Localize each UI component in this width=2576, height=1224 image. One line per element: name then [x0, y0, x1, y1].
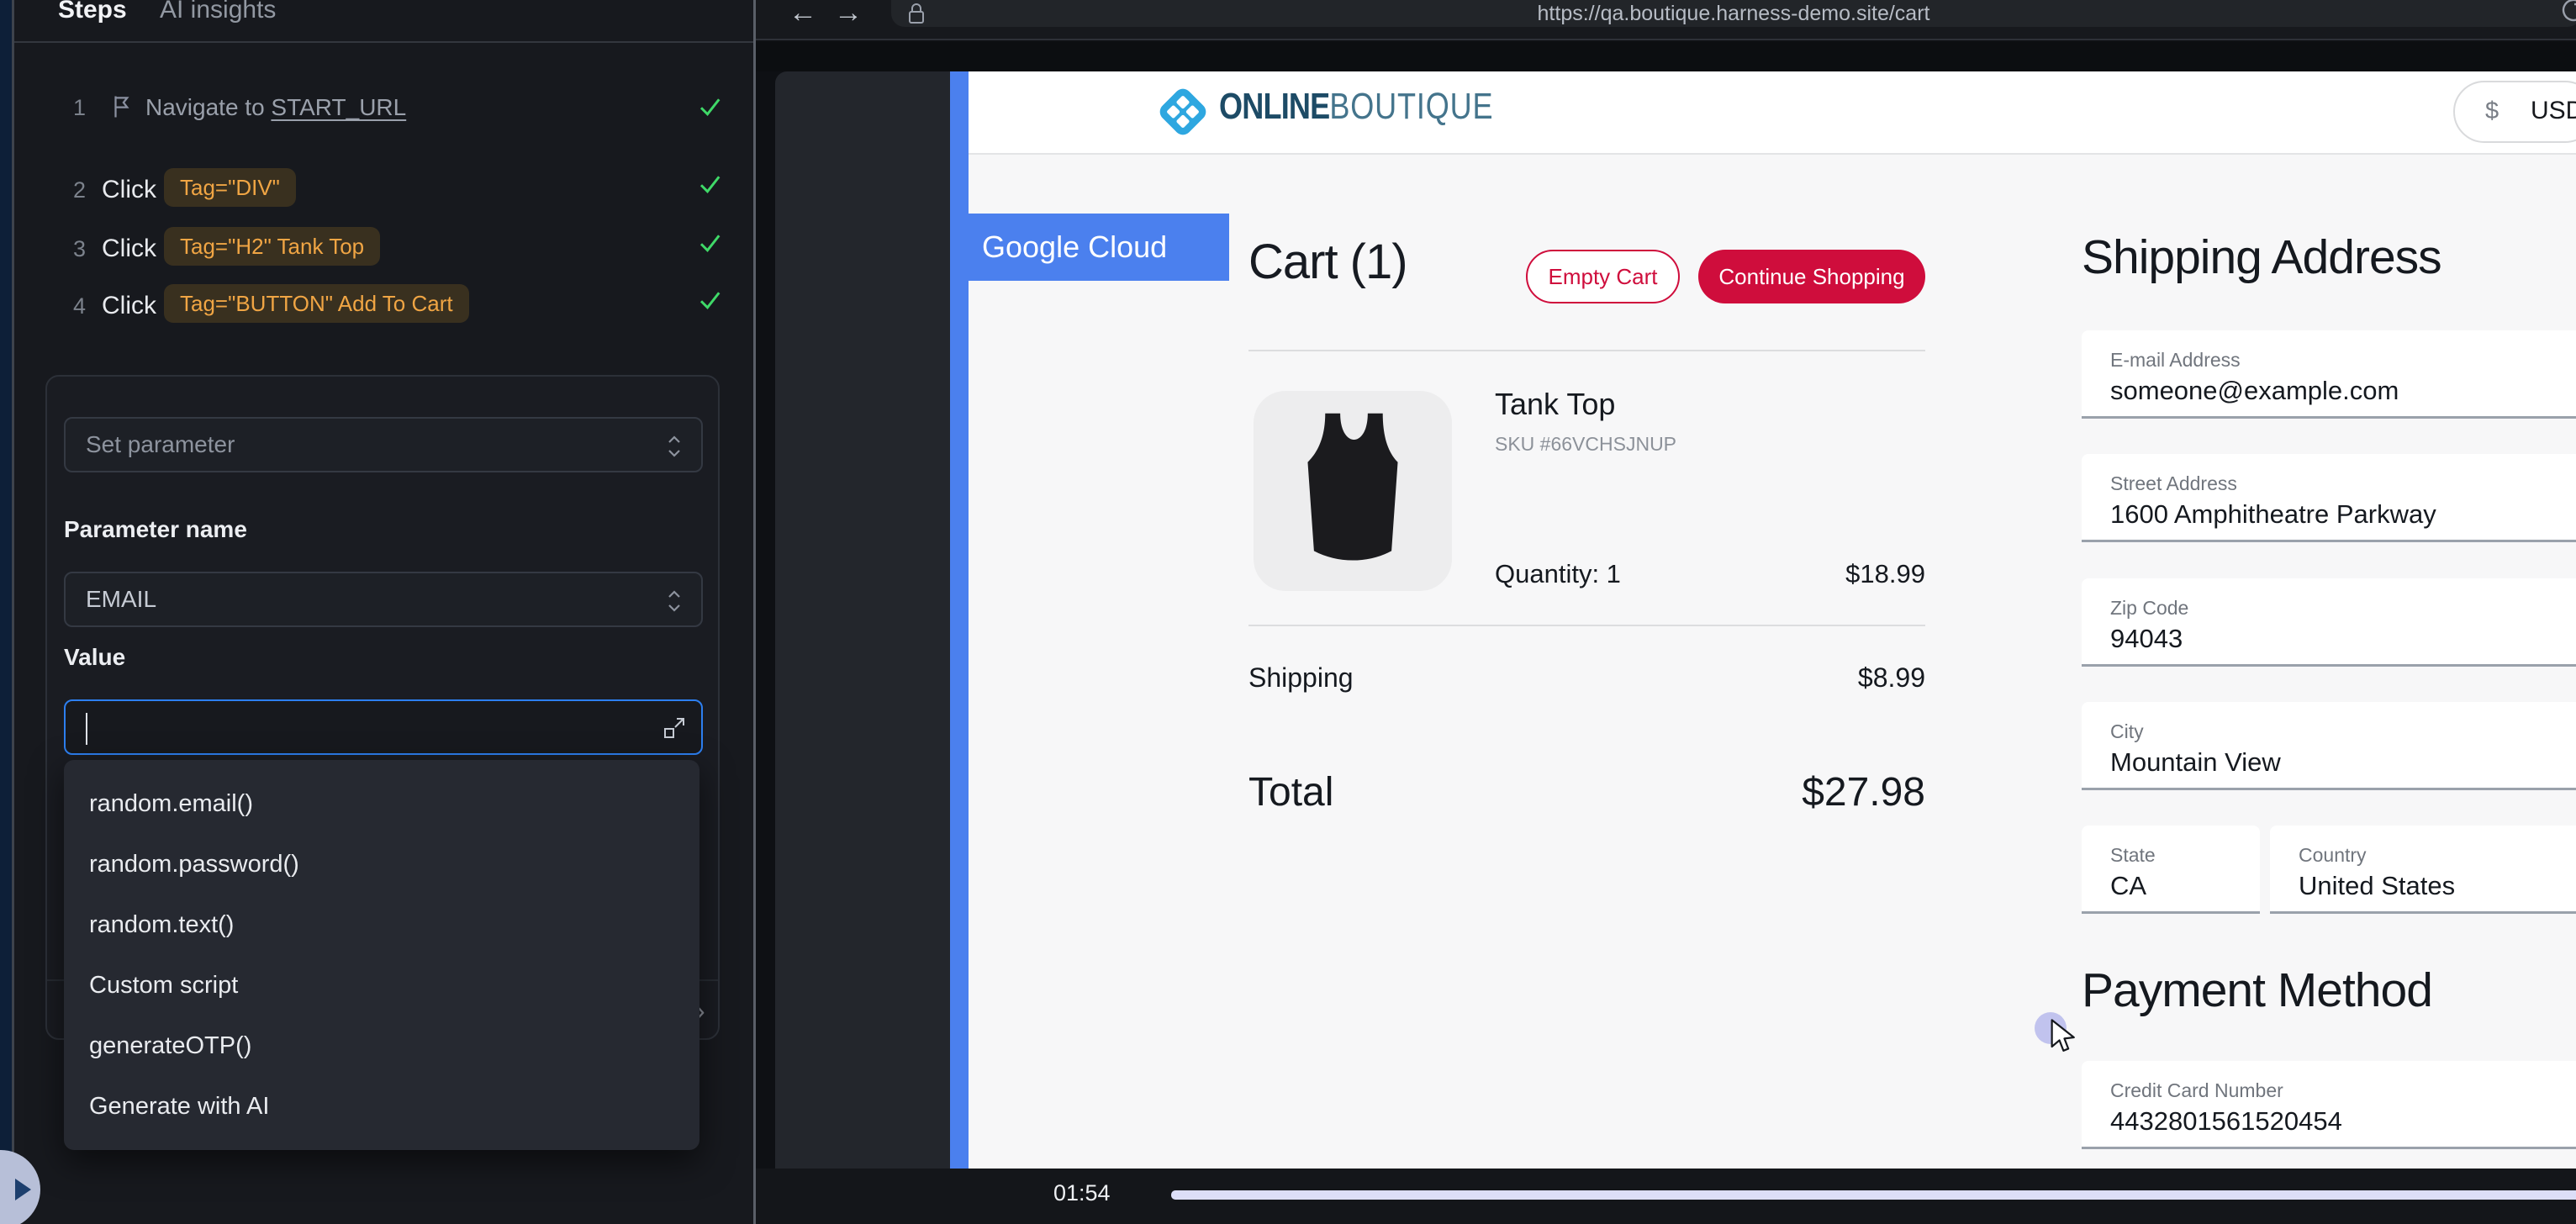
city-field[interactable]: City Mountain View	[2082, 702, 2576, 790]
field-value: 4432801561520454	[2110, 1106, 2342, 1137]
product-name[interactable]: Tank Top	[1495, 387, 1615, 422]
google-cloud-badge: Google Cloud	[950, 214, 1229, 281]
select-updown-icon	[664, 589, 684, 613]
step-number: 3	[73, 236, 86, 262]
field-label: Credit Card Number	[2110, 1079, 2283, 1102]
step-start-url-link[interactable]: START_URL	[271, 94, 406, 120]
field-value: 94043	[2110, 624, 2183, 654]
suggestion-random-password[interactable]: random.password()	[64, 834, 699, 894]
online-boutique-page: ONLINEBOUTIQUE $ USD Google Cloud Cart (…	[969, 71, 2576, 1169]
field-label: E-mail Address	[2110, 349, 2241, 372]
step-selector-badge[interactable]: Tag="DIV"	[164, 168, 296, 207]
field-value: Mountain View	[2110, 747, 2281, 778]
step-passed-check-icon	[697, 94, 722, 119]
field-label: City	[2110, 720, 2144, 743]
step-action-label: Click	[102, 235, 156, 263]
playback-time: 01:54	[1053, 1180, 1111, 1206]
expand-icon[interactable]	[661, 715, 688, 741]
tank-top-illustration	[1254, 391, 1452, 591]
refresh-icon[interactable]	[2554, 0, 2576, 27]
playback-progress-bar[interactable]	[1171, 1190, 2576, 1200]
text-cursor	[86, 713, 87, 745]
email-address-field[interactable]: E-mail Address someone@example.com	[2082, 330, 2576, 419]
suggestion-custom-script[interactable]: Custom script	[64, 955, 699, 1016]
brand-bold: ONLINE	[1219, 86, 1329, 127]
total-value: $27.98	[1589, 769, 1925, 815]
currency-selector[interactable]: $ USD	[2453, 81, 2576, 143]
parameter-name-value: EMAIL	[86, 586, 156, 612]
step-text: Navigate to START_URL	[145, 94, 406, 121]
field-value: someone@example.com	[2110, 376, 2399, 406]
step-passed-check-icon	[697, 171, 722, 197]
parameter-name-select[interactable]: EMAIL	[64, 572, 703, 627]
brand-light: BOUTIQUE	[1329, 86, 1493, 127]
action-select-value: Set parameter	[86, 431, 235, 457]
suggestion-generate-otp[interactable]: generateOTP()	[64, 1016, 699, 1076]
step-action-label: Click	[102, 176, 156, 204]
step-action-label: Click	[102, 292, 156, 320]
tabs-underline	[14, 41, 753, 43]
credit-card-number-field[interactable]: Credit Card Number 4432801561520454	[2082, 1061, 2576, 1149]
field-value: 1600 Amphitheatre Parkway	[2110, 499, 2436, 530]
street-address-field[interactable]: Street Address 1600 Amphitheatre Parkway	[2082, 454, 2576, 542]
suggestion-generate-with-ai[interactable]: Generate with AI	[64, 1076, 699, 1137]
cart-title: Cart (1)	[1248, 234, 1407, 290]
suggestion-random-text[interactable]: random.text()	[64, 894, 699, 955]
mouse-cursor-icon	[2048, 1019, 2077, 1056]
zip-code-field[interactable]: Zip Code 94043	[2082, 578, 2576, 667]
field-label: State	[2110, 844, 2156, 867]
step-number: 4	[73, 293, 86, 319]
value-label: Value	[64, 644, 125, 671]
parameter-name-label: Parameter name	[64, 516, 247, 543]
state-field[interactable]: State CA	[2082, 826, 2260, 914]
online-boutique-logo-text[interactable]: ONLINEBOUTIQUE	[1219, 87, 1493, 127]
app-root: Steps AI insights 1 Navigate to START_UR…	[0, 0, 2576, 1224]
divider	[1248, 625, 1925, 626]
step-action-label: Navigate to	[145, 94, 265, 120]
value-input[interactable]	[64, 699, 703, 755]
shipping-cost-label: Shipping	[1248, 662, 1354, 694]
step-passed-check-icon	[697, 230, 722, 256]
online-boutique-logo-icon[interactable]	[1153, 82, 1212, 141]
url-text[interactable]: https://qa.boutique.harness-demo.site/ca…	[891, 2, 2576, 26]
total-label: Total	[1248, 769, 1333, 815]
field-label: Country	[2299, 844, 2367, 867]
shipping-cost-value: $8.99	[1673, 662, 1925, 694]
field-label: Street Address	[2110, 472, 2237, 495]
field-value: United States	[2299, 871, 2455, 901]
step-selector-badge[interactable]: Tag="BUTTON" Add To Cart	[164, 284, 469, 323]
continue-shopping-button[interactable]: Continue Shopping	[1698, 250, 1925, 303]
back-button[interactable]: ←	[789, 0, 817, 29]
value-suggestions-dropdown: random.email() random.password() random.…	[64, 760, 699, 1150]
country-field[interactable]: Country United States	[2270, 826, 2576, 914]
step-selector-badge[interactable]: Tag="H2" Tank Top	[164, 227, 380, 266]
action-select[interactable]: Set parameter	[64, 417, 703, 472]
tab-ai-insights[interactable]: AI insights	[160, 0, 276, 25]
forward-button[interactable]: →	[834, 0, 863, 29]
payment-method-title: Payment Method	[2082, 963, 2432, 1018]
play-icon	[15, 1179, 31, 1200]
step-number: 1	[73, 95, 86, 121]
divider	[1248, 350, 1925, 351]
left-edge-rail	[0, 0, 12, 1224]
field-value: CA	[2110, 871, 2146, 901]
toolbar-spacer	[756, 42, 2576, 71]
empty-cart-button[interactable]: Empty Cart	[1526, 250, 1680, 303]
tab-steps[interactable]: Steps	[58, 0, 127, 25]
field-label: Zip Code	[2110, 597, 2188, 620]
product-price: $18.99	[1673, 559, 1925, 589]
step-number: 2	[73, 177, 86, 203]
suggestion-random-email[interactable]: random.email()	[64, 773, 699, 834]
step-passed-check-icon	[697, 288, 722, 313]
currency-symbol: $	[2485, 98, 2499, 125]
flag-icon	[110, 94, 134, 119]
product-image-tank-top	[1254, 391, 1452, 591]
product-quantity: Quantity: 1	[1495, 559, 1621, 589]
product-sku: SKU #66VCHSJNUP	[1495, 433, 1676, 456]
currency-code: USD	[2531, 97, 2576, 125]
shipping-address-title: Shipping Address	[2082, 230, 2441, 285]
recorded-page-viewport: ONLINEBOUTIQUE $ USD Google Cloud Cart (…	[775, 71, 2576, 1169]
select-updown-icon	[664, 435, 684, 458]
